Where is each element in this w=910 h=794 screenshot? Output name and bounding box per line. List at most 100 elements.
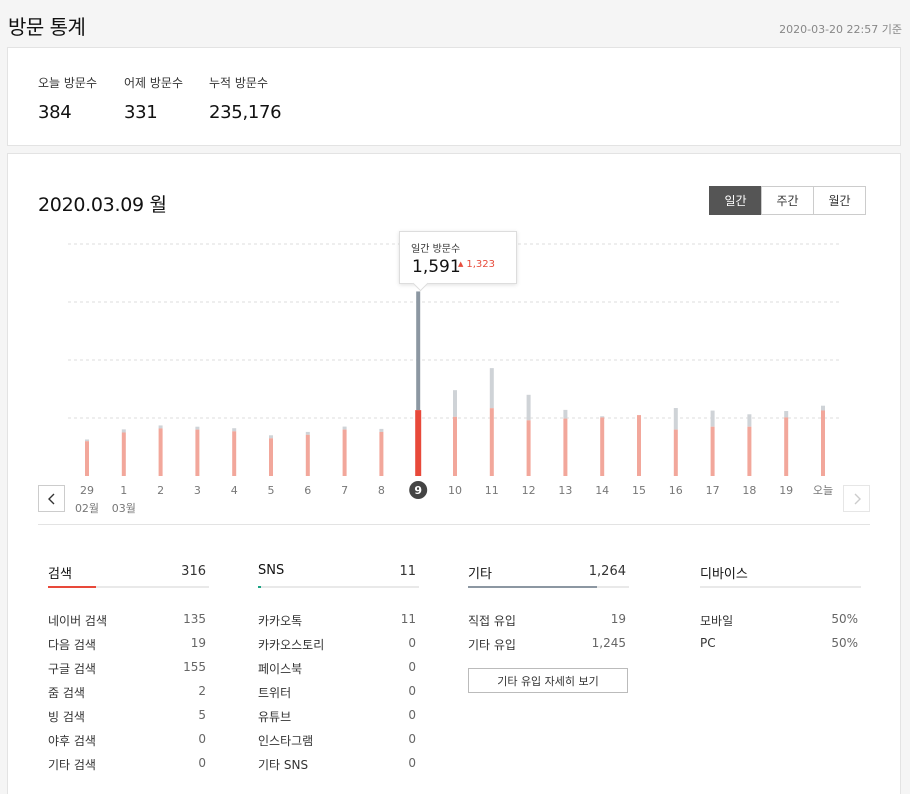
summary-card: 오늘 방문수 384 어제 방문수 331 누적 방문수 235,176: [7, 47, 901, 146]
period-weekly-button[interactable]: 주간: [761, 186, 814, 215]
stat-row-label: 모바일: [700, 614, 734, 628]
stat-row: 유튜브 0: [258, 702, 419, 726]
stat-row-label: 줌 검색: [48, 686, 85, 700]
timestamp: 2020-03-20 22:57 기준: [779, 23, 902, 36]
stat-row: 줌 검색 2: [48, 678, 209, 702]
other-stats-header: 기타 1,264: [468, 558, 629, 588]
stat-row: 페이스북 0: [258, 654, 419, 678]
summary-yesterday-label: 어제 방문수: [124, 76, 184, 90]
summary-total-label: 누적 방문수: [209, 76, 269, 90]
bar-total: [85, 439, 89, 442]
stat-row-label: 야후 검색: [48, 734, 96, 748]
bar-new: [415, 410, 422, 476]
prev-period-button[interactable]: [38, 485, 65, 512]
bar-new: [305, 434, 310, 476]
tooltip-label: 일간 방문수: [411, 244, 461, 255]
bar-new: [673, 429, 678, 476]
up-arrow-icon: ▲: [458, 260, 464, 268]
stat-row-value: 50%: [831, 612, 858, 626]
sns-stats-total: 11: [399, 564, 416, 579]
summary-total-value: 235,176: [209, 102, 282, 123]
x-tick-label: 7: [341, 484, 348, 497]
bar-new: [600, 417, 605, 476]
x-tick-label: 16: [669, 484, 683, 497]
stat-row: 직접 유입 19: [468, 606, 629, 630]
stat-row: 카카오톡 11: [258, 606, 419, 630]
bar-new: [821, 410, 825, 476]
stat-row: PC 50%: [700, 630, 861, 654]
stat-row: 야후 검색 0: [48, 726, 209, 750]
tooltip-delta-value: 1,323: [466, 259, 496, 270]
sns-stats-title: SNS: [258, 563, 285, 578]
sns-stats: SNS 11 카카오톡 11 카카오스토리 0 페이스북 0 트위터 0 유튜브 0 인스타그램 0 기…: [258, 558, 419, 774]
device-stats: 디바이스 모바일 50% PC 50%: [700, 558, 861, 654]
stat-row: 기타 유입 1,245: [468, 630, 629, 654]
x-tick-label: 12: [522, 484, 536, 497]
summary-today-label: 오늘 방문수: [38, 76, 98, 90]
stat-row-label: 기타 유입: [468, 638, 516, 652]
chevron-right-icon: [854, 493, 861, 504]
x-tick-label: 9: [414, 484, 422, 497]
period-monthly-button[interactable]: 월간: [813, 186, 866, 215]
stat-row: 기타 검색 0: [48, 750, 209, 774]
x-tick-label: 18: [742, 484, 756, 497]
stat-row: 빙 검색 5: [48, 702, 209, 726]
sns-stats-header: SNS 11: [258, 558, 419, 588]
x-tick-label: 3: [194, 484, 201, 497]
selected-date: 2020.03.09 월: [38, 194, 167, 216]
bar-new: [747, 426, 752, 476]
bar-total: [416, 291, 421, 411]
stat-row-value: 0: [408, 732, 416, 746]
bar-total: [710, 410, 715, 427]
x-tick-label: 11: [485, 484, 499, 497]
device-stats-title: 디바이스: [700, 567, 748, 582]
device-stats-header: 디바이스: [700, 558, 861, 588]
stat-row-value: 5: [198, 708, 206, 722]
bar-total: [232, 428, 237, 432]
next-period-button[interactable]: [843, 485, 870, 512]
stat-row-value: 135: [183, 612, 206, 626]
x-tick-label: 10: [448, 484, 462, 497]
stat-row: 모바일 50%: [700, 606, 861, 630]
sns-stats-rows: 카카오톡 11 카카오스토리 0 페이스북 0 트위터 0 유튜브 0 인스타그램 0 기타 SNS 0: [258, 588, 419, 774]
stat-row-label: 트위터: [258, 686, 292, 700]
bar-total: [600, 416, 605, 418]
x-tick-label: 4: [231, 484, 238, 497]
bar-new: [342, 429, 347, 476]
bar-total: [821, 405, 825, 411]
bar-new: [85, 441, 89, 476]
stat-row-value: 2: [198, 684, 206, 698]
bar-total: [747, 414, 752, 427]
x-tick-label: 15: [632, 484, 646, 497]
other-detail-button[interactable]: 기타 유입 자세히 보기: [468, 668, 628, 693]
chart-tooltip: 일간 방문수 1,591 ▲ 1,323: [399, 231, 517, 284]
stat-row-value: 0: [408, 636, 416, 650]
bar-total: [158, 425, 163, 429]
x-tick-label: 2: [157, 484, 164, 497]
stat-row: 네이버 검색 135: [48, 606, 209, 630]
bar-new: [453, 416, 457, 476]
stat-row-value: 0: [408, 756, 416, 770]
stat-row-value: 155: [183, 660, 206, 674]
x-tick-label: 5: [268, 484, 275, 497]
stat-row-value: 0: [408, 684, 416, 698]
stat-row-label: 빙 검색: [48, 710, 85, 724]
x-tick-label: 8: [378, 484, 385, 497]
device-stats-rows: 모바일 50% PC 50%: [700, 588, 861, 654]
tooltip-value: 1,591: [412, 257, 461, 277]
stat-row-label: 카카오스토리: [258, 638, 325, 652]
period-daily-button[interactable]: 일간: [709, 186, 762, 215]
bar-new: [563, 418, 568, 476]
other-stats: 기타 1,264 직접 유입 19 기타 유입 1,245 기타 유입 자세히 보기: [468, 558, 629, 693]
x-tick-label: 14: [595, 484, 609, 497]
search-share-bar: [48, 586, 97, 588]
bar-total: [195, 426, 200, 430]
stat-row: 구글 검색 155: [48, 654, 209, 678]
x-tick-label: 17: [706, 484, 720, 497]
bar-new: [379, 431, 384, 476]
stat-row-value: 19: [610, 612, 626, 626]
search-stats-header: 검색 316: [48, 558, 209, 588]
x-tick-label: 13: [558, 484, 572, 497]
search-stats-rows: 네이버 검색 135 다음 검색 19 구글 검색 155 줌 검색 2 빙 검색 5 야후 검색 0…: [48, 588, 209, 774]
bar-total: [121, 429, 126, 433]
